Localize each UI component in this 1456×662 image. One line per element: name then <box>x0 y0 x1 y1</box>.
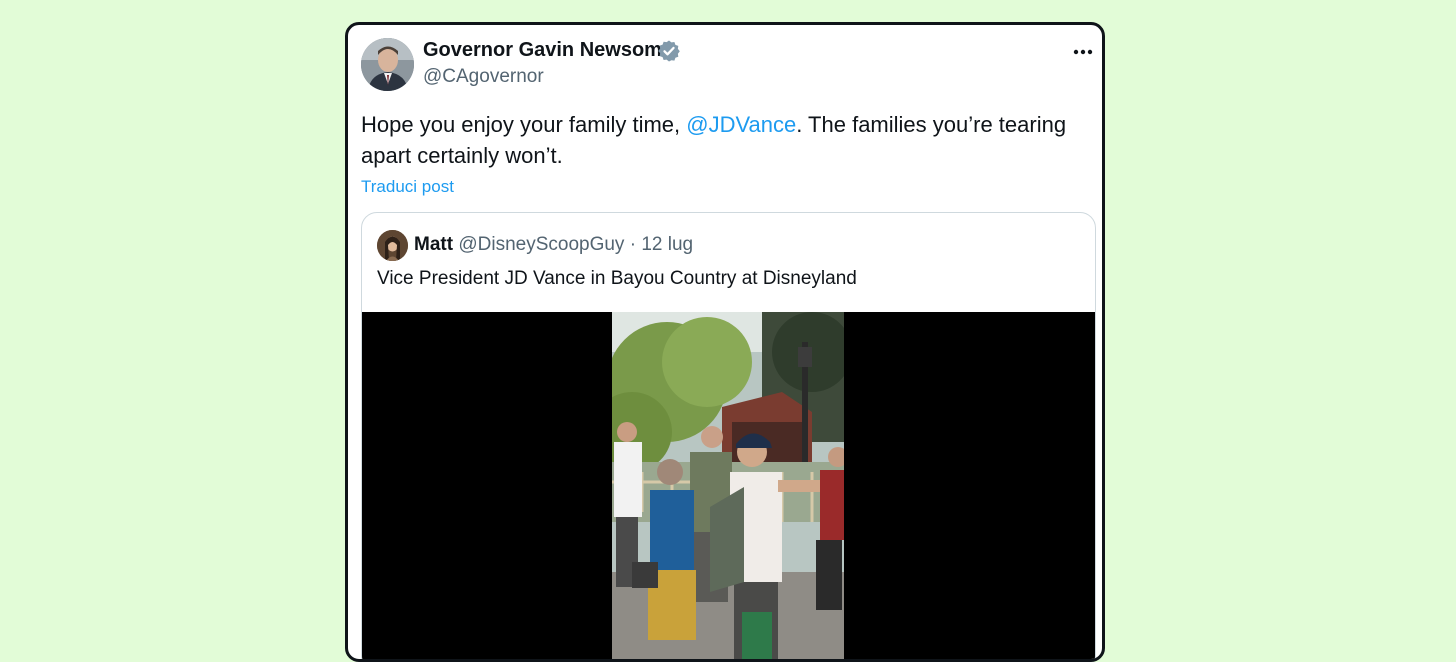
tweet-text-before: Hope you enjoy your family time, <box>361 112 687 137</box>
quoted-header: Matt @DisneyScoopGuy · 12 lug <box>414 232 693 258</box>
quoted-author-handle[interactable]: @DisneyScoopGuy <box>458 234 624 255</box>
tweet-card: Governor Gavin Newsom @CAgovernor Hope y… <box>345 22 1105 662</box>
tweet-text: Hope you enjoy your family time, @JDVanc… <box>361 109 1091 171</box>
author-avatar[interactable] <box>361 38 414 91</box>
quoted-author-avatar[interactable] <box>377 230 408 261</box>
quoted-tweet[interactable]: Matt @DisneyScoopGuy · 12 lug Vice Presi… <box>361 212 1096 659</box>
author-handle[interactable]: @CAgovernor <box>423 65 544 89</box>
quoted-author-name[interactable]: Matt <box>414 234 453 255</box>
quoted-separator: · <box>629 234 637 255</box>
verified-badge-icon <box>658 40 680 62</box>
quoted-text: Vice President JD Vance in Bayou Country… <box>377 268 857 289</box>
more-options-icon[interactable] <box>1070 39 1096 65</box>
translate-post-link[interactable]: Traduci post <box>361 176 454 198</box>
quoted-video[interactable] <box>362 312 1095 659</box>
video-frame-image <box>612 312 844 659</box>
mention-link[interactable]: @JDVance <box>686 112 796 137</box>
author-name[interactable]: Governor Gavin Newsom <box>423 38 662 62</box>
quoted-date[interactable]: 12 lug <box>641 234 693 255</box>
